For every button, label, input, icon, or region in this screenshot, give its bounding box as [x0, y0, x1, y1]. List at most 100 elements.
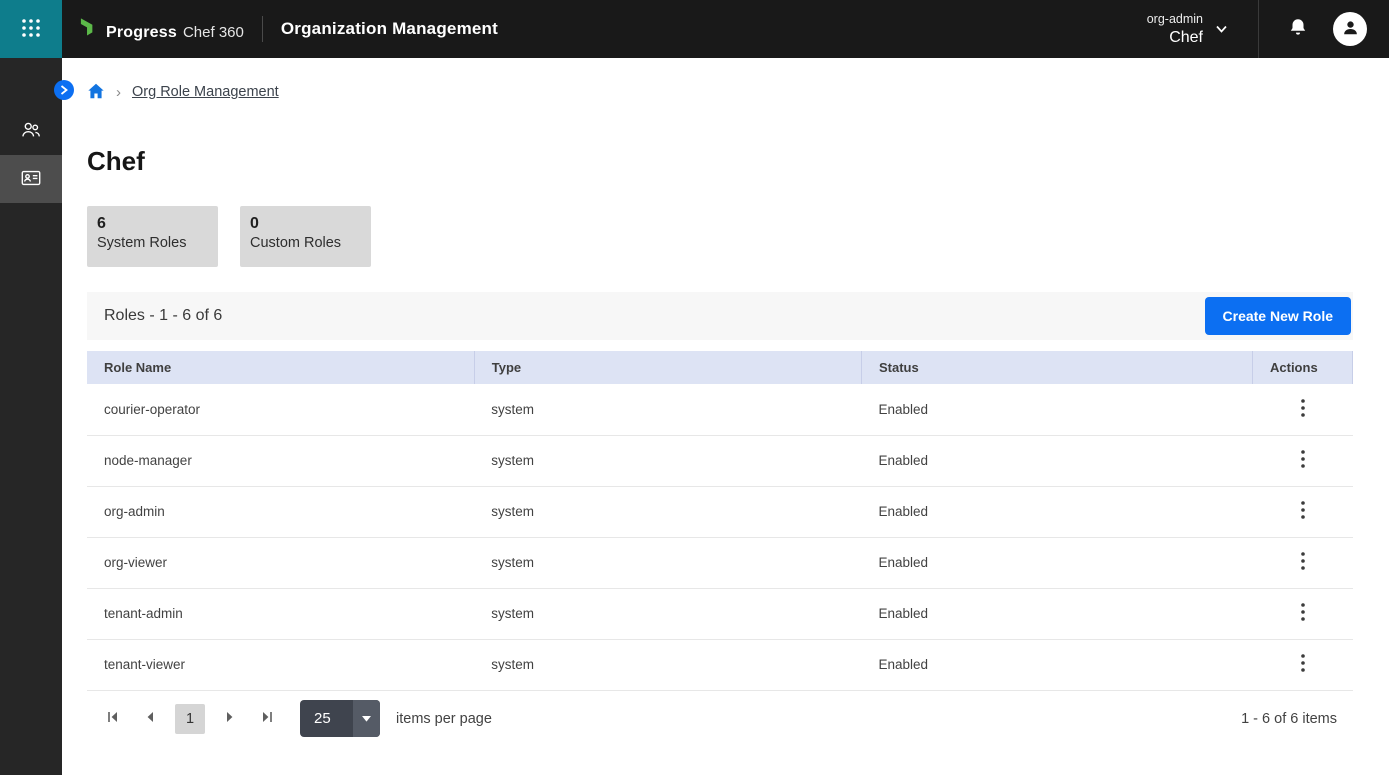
role-actions-cell: [1253, 435, 1353, 486]
home-icon: [87, 82, 105, 103]
roles-table-body: courier-operator system Enabled node-man…: [87, 384, 1353, 690]
system-roles-count: 6: [97, 215, 208, 233]
row-actions-menu-button[interactable]: [1291, 495, 1315, 528]
kebab-menu-icon: [1301, 405, 1305, 420]
role-actions-cell: [1253, 537, 1353, 588]
table-row[interactable]: courier-operator system Enabled: [87, 384, 1353, 435]
kebab-menu-icon: [1301, 609, 1305, 624]
user-avatar-button[interactable]: [1333, 12, 1367, 46]
role-badge-icon: [20, 167, 42, 192]
table-header-row: Role Name Type Status Actions: [87, 351, 1353, 384]
notifications-button[interactable]: [1287, 17, 1309, 42]
previous-page-icon: [142, 709, 158, 728]
kebab-menu-icon: [1301, 507, 1305, 522]
roles-table: Role Name Type Status Actions courier-op…: [87, 351, 1353, 691]
brand-logo: Progress Chef 360: [79, 17, 244, 42]
users-icon: [20, 119, 42, 144]
page-size-select[interactable]: 25: [300, 700, 380, 737]
roles-panel: Roles - 1 - 6 of 6 Create New Role Role …: [87, 292, 1353, 747]
table-row[interactable]: org-viewer system Enabled: [87, 537, 1353, 588]
roles-panel-toolbar: Roles - 1 - 6 of 6 Create New Role: [87, 292, 1353, 340]
create-new-role-button[interactable]: Create New Role: [1205, 297, 1351, 335]
column-header-role-name: Role Name: [87, 351, 474, 384]
role-name-cell: tenant-viewer: [87, 639, 474, 690]
last-page-icon: [259, 709, 275, 728]
bell-icon: [1287, 17, 1309, 42]
custom-roles-count: 0: [250, 215, 361, 233]
row-actions-menu-button[interactable]: [1291, 393, 1315, 426]
table-row[interactable]: org-admin system Enabled: [87, 486, 1353, 537]
row-actions-menu-button[interactable]: [1291, 546, 1315, 579]
breadcrumb-link-org-role-management[interactable]: Org Role Management: [132, 84, 279, 100]
breadcrumb: › Org Role Management: [87, 80, 1353, 104]
items-range-label: 1 - 6 of 6 items: [1241, 711, 1337, 727]
next-page-button[interactable]: [218, 707, 242, 731]
role-status-cell: Enabled: [861, 486, 1252, 537]
first-page-icon: [105, 709, 121, 728]
progress-chef-logo-icon: [79, 17, 100, 42]
custom-roles-label: Custom Roles: [250, 235, 361, 251]
role-status-cell: Enabled: [861, 639, 1252, 690]
role-type-cell: system: [474, 384, 861, 435]
app-root: Progress Chef 360 Organization Managemen…: [0, 0, 1389, 775]
main-content: › Org Role Management Chef 6 System Role…: [62, 58, 1389, 775]
chevron-down-icon: [1215, 22, 1228, 37]
home-breadcrumb-button[interactable]: [87, 82, 105, 103]
table-row[interactable]: node-manager system Enabled: [87, 435, 1353, 486]
role-name-cell: courier-operator: [87, 384, 474, 435]
role-type-cell: system: [474, 537, 861, 588]
first-page-button[interactable]: [101, 707, 125, 731]
sidebar-expand-button[interactable]: [54, 80, 74, 100]
app-grid-button[interactable]: [0, 0, 62, 58]
org-role-label: org-admin: [1147, 12, 1203, 26]
sidebar-item-users[interactable]: [0, 107, 62, 155]
custom-roles-stat-card: 0 Custom Roles: [240, 206, 371, 267]
role-name-cell: org-viewer: [87, 537, 474, 588]
page-size-value: 25: [300, 700, 353, 737]
kebab-menu-icon: [1301, 456, 1305, 471]
role-actions-cell: [1253, 384, 1353, 435]
topbar-divider: [262, 16, 263, 42]
last-page-button[interactable]: [255, 707, 279, 731]
org-switcher[interactable]: org-admin Chef: [1147, 12, 1228, 47]
kebab-menu-icon: [1301, 558, 1305, 573]
role-status-cell: Enabled: [861, 537, 1252, 588]
table-row[interactable]: tenant-viewer system Enabled: [87, 639, 1353, 690]
role-type-cell: system: [474, 639, 861, 690]
stats-cards: 6 System Roles 0 Custom Roles: [87, 206, 1353, 267]
system-roles-label: System Roles: [97, 235, 208, 251]
column-header-actions: Actions: [1253, 351, 1353, 384]
role-status-cell: Enabled: [861, 384, 1252, 435]
sidebar-item-roles[interactable]: [0, 155, 62, 203]
brand-progress-text: Progress: [106, 24, 177, 42]
topbar: Progress Chef 360 Organization Managemen…: [0, 0, 1389, 58]
kebab-menu-icon: [1301, 660, 1305, 675]
row-actions-menu-button[interactable]: [1291, 444, 1315, 477]
role-status-cell: Enabled: [861, 435, 1252, 486]
sidebar: [0, 58, 62, 775]
role-actions-cell: [1253, 588, 1353, 639]
org-name-label: Chef: [1169, 29, 1203, 47]
dropdown-arrow-icon: [353, 700, 380, 737]
role-type-cell: system: [474, 588, 861, 639]
role-type-cell: system: [474, 486, 861, 537]
apps-grid-icon: [21, 18, 41, 41]
column-header-status: Status: [861, 351, 1252, 384]
role-name-cell: tenant-admin: [87, 588, 474, 639]
row-actions-menu-button[interactable]: [1291, 648, 1315, 681]
topbar-divider: [1258, 0, 1259, 58]
previous-page-button[interactable]: [138, 707, 162, 731]
chevron-right-icon: [60, 83, 68, 98]
next-page-icon: [222, 709, 238, 728]
roles-count-title: Roles - 1 - 6 of 6: [104, 307, 222, 325]
breadcrumb-separator: ›: [116, 84, 121, 101]
user-icon: [1341, 18, 1360, 40]
pagination-bar: 1 25 items per page: [87, 691, 1353, 747]
row-actions-menu-button[interactable]: [1291, 597, 1315, 630]
page-number-button[interactable]: 1: [175, 704, 205, 734]
column-header-type: Type: [474, 351, 861, 384]
brand-chef-text: Chef 360: [183, 24, 244, 41]
table-row[interactable]: tenant-admin system Enabled: [87, 588, 1353, 639]
app-title: Organization Management: [281, 19, 498, 39]
role-name-cell: node-manager: [87, 435, 474, 486]
